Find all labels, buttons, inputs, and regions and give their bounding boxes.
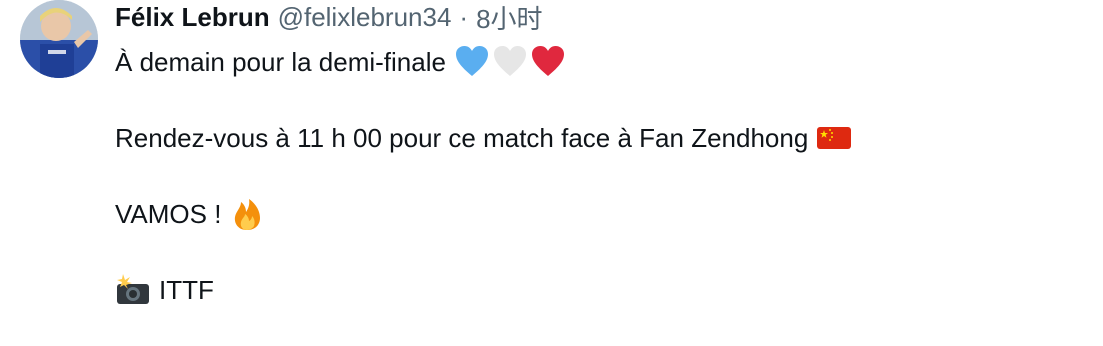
white-heart-icon [493,46,526,76]
avatar-photo [20,0,98,78]
fire-icon [235,199,261,230]
camera-flash-icon [117,274,149,304]
hearts-emojis [454,44,566,80]
tweet[interactable]: Félix Lebrun @felixlebrun34 · 8小时 À dema… [0,0,1103,310]
fire-emoji [229,196,265,232]
china-flag-icon [817,127,852,149]
tweet-text: À demain pour la demi-finale Rendez-vous… [115,42,1083,346]
line-1: À demain pour la demi-finale [115,42,1083,82]
tweet-header: Félix Lebrun @felixlebrun34 · 8小时 [115,0,543,34]
red-heart-icon [531,46,564,76]
line-3-text: VAMOS ! [115,199,222,229]
blue-heart-icon [455,46,488,76]
flag-emoji [816,120,852,156]
line-3: VAMOS ! [115,194,1083,234]
line-2: Rendez-vous à 11 h 00 pour ce match face… [115,118,1083,158]
avatar[interactable] [20,0,98,78]
line-2-text: Rendez-vous à 11 h 00 pour ce match face… [115,123,809,153]
timestamp[interactable]: 8小时 [476,0,542,36]
separator-dot: · [459,1,469,32]
line-1-text: À demain pour la demi-finale [115,47,446,77]
line-4-text: ITTF [159,275,214,305]
author-name[interactable]: Félix Lebrun [115,2,270,33]
line-4: ITTF [115,270,1083,310]
author-handle[interactable]: @felixlebrun34 [278,2,452,33]
camera-emoji [115,272,151,308]
